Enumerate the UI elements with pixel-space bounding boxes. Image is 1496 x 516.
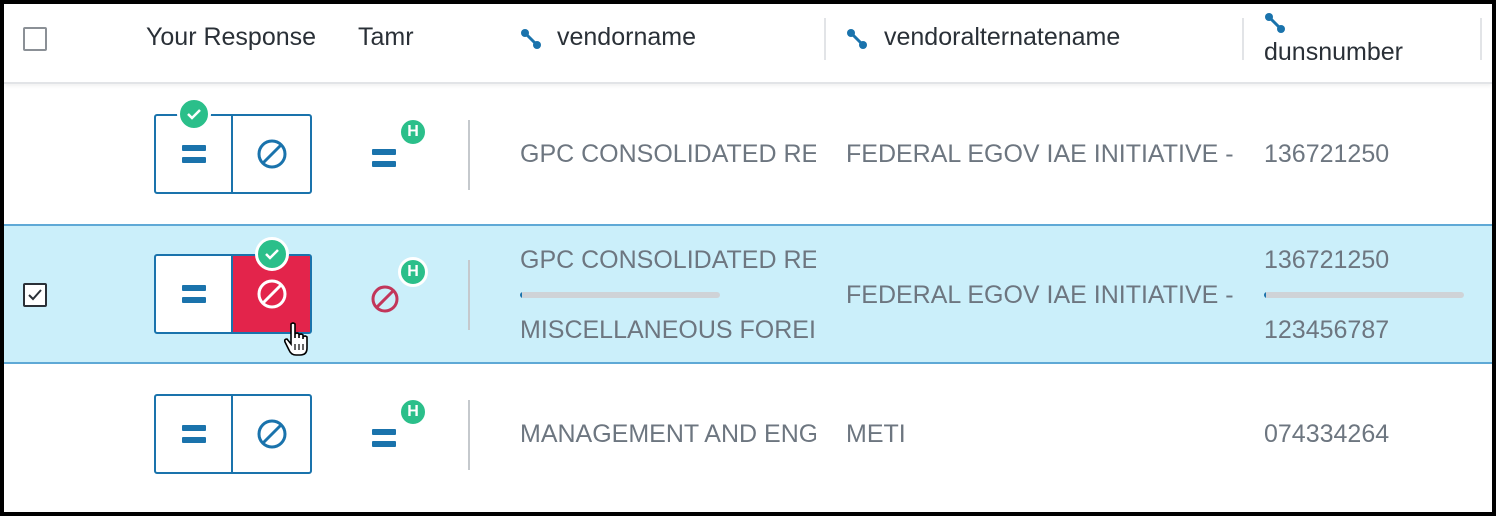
similarity-fill <box>520 292 522 298</box>
link-icon <box>521 29 541 49</box>
dunsnumber-cell-b: 123456787 <box>1264 316 1390 344</box>
vendoralternatename-cell: FEDERAL EGOV IAE INITIATIVE - GSA <box>846 281 1234 309</box>
vendorname-cell: MANAGEMENT AND ENGINEERING <box>520 420 816 448</box>
vendorname-cell: GPC CONSOLIDATED REPORTING <box>520 140 816 168</box>
check-icon <box>265 249 279 260</box>
header-your-response[interactable]: Your Response <box>146 23 316 52</box>
equals-icon <box>181 425 206 443</box>
link-icon <box>847 29 867 49</box>
row-divider <box>468 400 470 470</box>
pairs-table: Your Response Tamr vendorname vendoralte… <box>4 4 1492 512</box>
response-verified-badge <box>255 237 289 271</box>
high-confidence-badge: H <box>398 117 428 147</box>
equals-icon <box>181 285 206 303</box>
tamr-different-icon <box>371 285 399 313</box>
row-checkbox[interactable] <box>23 283 47 307</box>
no-match-button[interactable] <box>233 116 310 192</box>
hand-cursor-icon <box>283 322 308 356</box>
similarity-fill <box>1264 292 1266 298</box>
row-divider <box>468 260 470 330</box>
table-row-selected[interactable]: H GPC CONSOLIDATED REPORTING MISCELLANEO… <box>4 224 1492 364</box>
vendoralternatename-cell: FEDERAL EGOV IAE INITIATIVE - GSA <box>846 140 1234 168</box>
not-allowed-icon <box>257 139 286 169</box>
response-toggle <box>154 114 312 194</box>
row-divider <box>468 120 470 190</box>
no-match-button[interactable] <box>233 396 310 472</box>
equals-icon <box>181 145 206 163</box>
table-header: Your Response Tamr vendorname vendoralte… <box>4 4 1492 84</box>
column-divider[interactable] <box>1242 18 1244 60</box>
header-vendoralternatename[interactable]: vendoralternatename <box>884 23 1120 52</box>
header-vendorname[interactable]: vendorname <box>557 23 696 52</box>
dunsnumber-similarity-bar <box>1264 292 1464 298</box>
dunsnumber-cell: 136721250 <box>1264 140 1390 168</box>
column-divider[interactable] <box>824 18 826 60</box>
vendorname-cell-a: GPC CONSOLIDATED REPORTING <box>520 246 816 274</box>
table-row[interactable]: H MANAGEMENT AND ENGINEERING METI 074334… <box>4 364 1492 512</box>
header-dunsnumber[interactable]: dunsnumber <box>1264 38 1403 67</box>
high-confidence-badge: H <box>398 397 428 427</box>
match-button[interactable] <box>156 396 233 472</box>
vendorname-cell-b: MISCELLANEOUS FOREIGN AWARDEES <box>520 316 816 344</box>
check-icon <box>187 109 201 120</box>
not-allowed-icon <box>257 419 286 449</box>
header-tamr[interactable]: Tamr <box>358 23 414 52</box>
table-row[interactable]: H GPC CONSOLIDATED REPORTING FEDERAL EGO… <box>4 84 1492 224</box>
dunsnumber-cell-a: 136721250 <box>1264 246 1390 274</box>
response-verified-badge <box>177 97 211 131</box>
column-divider[interactable] <box>1480 18 1482 60</box>
vendorname-similarity-bar <box>520 292 720 298</box>
match-button[interactable] <box>156 256 233 332</box>
dunsnumber-cell: 074334264 <box>1264 420 1390 448</box>
vendoralternatename-cell: METI <box>846 420 906 448</box>
link-icon <box>1265 13 1285 33</box>
not-allowed-icon <box>257 279 286 309</box>
high-confidence-badge: H <box>398 257 428 287</box>
tamr-same-icon <box>372 149 396 167</box>
tamr-same-icon <box>372 429 396 447</box>
select-all-checkbox[interactable] <box>23 27 47 51</box>
response-toggle <box>154 394 312 474</box>
checkmark-icon <box>28 289 42 301</box>
